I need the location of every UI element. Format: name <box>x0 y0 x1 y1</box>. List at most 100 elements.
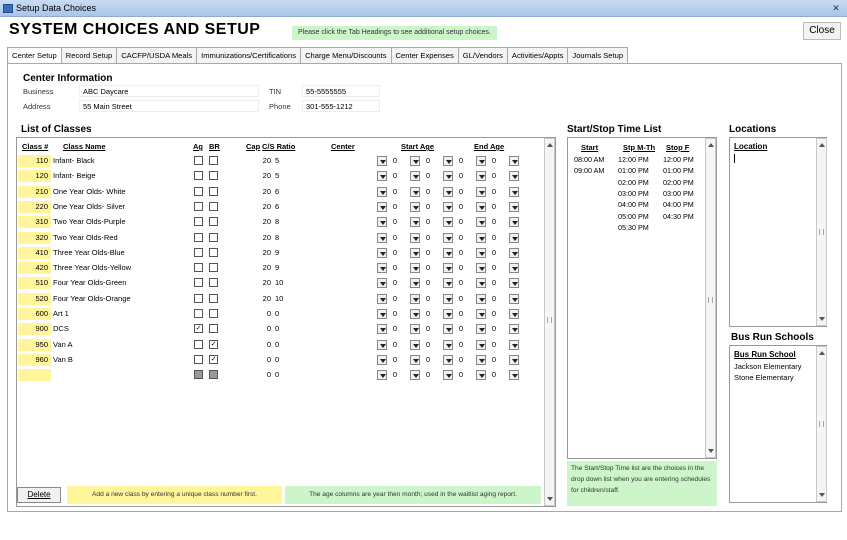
start-year-dropdown[interactable] <box>410 309 420 319</box>
ratio-cell[interactable]: 8 <box>275 232 305 244</box>
class-number-cell[interactable]: 410 <box>18 246 51 259</box>
ratio-cell[interactable]: 6 <box>275 186 305 198</box>
start-age-month[interactable]: 0 <box>423 186 433 198</box>
scroll-up-icon[interactable] <box>819 143 825 147</box>
location-input[interactable] <box>734 154 735 163</box>
br-checkbox[interactable] <box>209 201 218 211</box>
end-age-month[interactable]: 0 <box>489 216 499 228</box>
end-month-dropdown[interactable] <box>509 156 519 166</box>
end-month-dropdown[interactable] <box>509 186 519 197</box>
center-dropdown[interactable] <box>377 324 387 335</box>
capacity-cell[interactable]: 0 <box>257 308 271 320</box>
capacity-cell[interactable]: 0 <box>257 369 271 381</box>
center-dropdown[interactable] <box>377 278 387 289</box>
br-checkbox[interactable] <box>209 156 218 165</box>
start-year-dropdown[interactable] <box>410 278 420 289</box>
ag-checkbox[interactable] <box>194 339 203 349</box>
scroll-down-icon[interactable] <box>819 317 825 321</box>
class-name-cell[interactable]: Infant- Black <box>53 155 193 167</box>
class-name-cell[interactable]: Three Year Olds-Yellow <box>53 262 193 274</box>
class-number-cell[interactable] <box>18 369 51 382</box>
time-item[interactable]: 01:00 PM <box>663 165 694 176</box>
start-age-month[interactable]: 0 <box>423 216 433 228</box>
start-age-year[interactable]: 0 <box>390 232 400 244</box>
center-dropdown[interactable] <box>377 263 387 274</box>
start-year-dropdown[interactable] <box>410 186 420 197</box>
ag-checkbox[interactable] <box>194 217 203 227</box>
start-month-dropdown[interactable] <box>443 278 453 289</box>
ag-checkbox[interactable] <box>194 354 203 364</box>
start-age-month[interactable]: 0 <box>423 201 433 213</box>
end-age-year[interactable]: 0 <box>456 293 466 305</box>
class-number-cell[interactable]: 420 <box>18 262 51 275</box>
center-dropdown[interactable] <box>377 309 387 319</box>
capacity-cell[interactable]: 0 <box>257 323 271 335</box>
scroll-grip-icon[interactable] <box>819 421 824 427</box>
delete-button[interactable]: Delete <box>17 487 61 503</box>
end-age-year[interactable]: 0 <box>456 155 466 167</box>
class-name-cell[interactable]: Two Year Olds-Purple <box>53 216 193 228</box>
class-name-cell[interactable]: Two Year Olds-Red <box>53 232 193 244</box>
class-number-cell[interactable]: 510 <box>18 277 51 290</box>
end-year-dropdown[interactable] <box>476 201 486 212</box>
start-age-year[interactable]: 0 <box>390 247 400 259</box>
capacity-cell[interactable]: 20 <box>257 262 271 274</box>
tin-field[interactable]: 55-5555555 <box>302 85 380 97</box>
start-month-dropdown[interactable] <box>443 339 453 350</box>
time-item[interactable]: 04:30 PM <box>663 211 694 222</box>
start-age-month[interactable]: 0 <box>423 339 433 351</box>
table-row[interactable]: 000000 <box>17 368 542 383</box>
end-age-year[interactable]: 0 <box>456 201 466 213</box>
start-year-dropdown[interactable] <box>410 354 420 365</box>
start-age-year[interactable]: 0 <box>390 201 400 213</box>
end-age-month[interactable]: 0 <box>489 155 499 167</box>
end-age-month[interactable]: 0 <box>489 201 499 213</box>
br-checkbox[interactable] <box>209 370 218 380</box>
center-dropdown[interactable] <box>377 293 387 304</box>
class-number-cell[interactable]: 120 <box>18 170 51 183</box>
start-age-month[interactable]: 0 <box>423 155 433 167</box>
ag-checkbox[interactable] <box>194 171 203 181</box>
end-year-dropdown[interactable] <box>476 354 486 365</box>
phone-field[interactable]: 301-555-1212 <box>302 100 380 112</box>
start-age-year[interactable]: 0 <box>390 323 400 335</box>
time-item[interactable]: 09:00 AM <box>574 165 604 176</box>
end-month-dropdown[interactable] <box>509 247 519 258</box>
end-year-dropdown[interactable] <box>476 278 486 289</box>
class-name-cell[interactable]: Van A <box>53 339 193 351</box>
table-row[interactable]: 220 One Year Olds- Silver 20 6 0 0 0 0 <box>17 200 542 215</box>
end-month-dropdown[interactable] <box>509 309 519 319</box>
start-age-year[interactable]: 0 <box>390 369 400 381</box>
end-age-year[interactable]: 0 <box>456 262 466 274</box>
start-month-dropdown[interactable] <box>443 171 453 182</box>
end-age-month[interactable]: 0 <box>489 170 499 182</box>
start-month-dropdown[interactable] <box>443 324 453 335</box>
start-age-month[interactable]: 0 <box>423 247 433 259</box>
ratio-cell[interactable]: 9 <box>275 262 305 274</box>
center-dropdown[interactable] <box>377 232 387 243</box>
br-checkbox[interactable] <box>209 217 218 227</box>
start-age-month[interactable]: 0 <box>423 262 433 274</box>
capacity-cell[interactable]: 20 <box>257 170 271 182</box>
time-item[interactable]: 02:00 PM <box>618 177 649 188</box>
tab-activities-appts[interactable]: Activities/Appts <box>506 47 569 64</box>
class-number-cell[interactable]: 600 <box>18 308 51 320</box>
table-row[interactable]: 110 Infant- Black 20 5 0 0 0 0 <box>17 154 542 169</box>
end-year-dropdown[interactable] <box>476 370 486 381</box>
start-age-month[interactable]: 0 <box>423 170 433 182</box>
ag-checkbox[interactable] <box>194 370 203 380</box>
center-dropdown[interactable] <box>377 217 387 228</box>
end-age-month[interactable]: 0 <box>489 186 499 198</box>
end-age-month[interactable]: 0 <box>489 247 499 259</box>
tab-immunizations[interactable]: Immunizations/Certifications <box>196 47 302 64</box>
ag-checkbox[interactable]: ✓ <box>194 324 203 334</box>
capacity-cell[interactable]: 20 <box>257 186 271 198</box>
end-month-dropdown[interactable] <box>509 217 519 228</box>
start-month-dropdown[interactable] <box>443 309 453 319</box>
ratio-cell[interactable]: 0 <box>275 339 305 351</box>
start-age-month[interactable]: 0 <box>423 293 433 305</box>
tab-cacfp-usda-meals[interactable]: CACFP/USDA Meals <box>116 47 198 64</box>
ag-checkbox[interactable] <box>194 309 203 318</box>
end-month-dropdown[interactable] <box>509 171 519 182</box>
start-age-month[interactable]: 0 <box>423 232 433 244</box>
